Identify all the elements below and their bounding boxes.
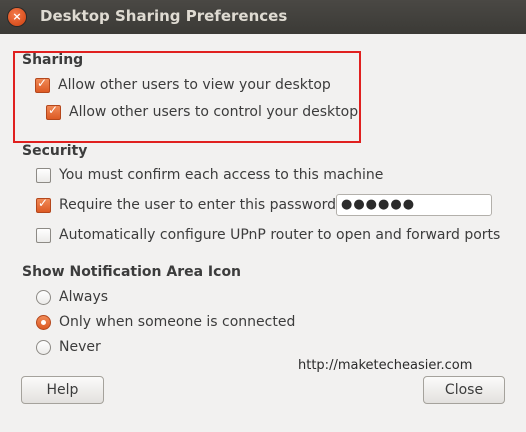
confirm-access-checkbox[interactable] bbox=[36, 167, 51, 183]
title-bar: × Desktop Sharing Preferences bbox=[0, 0, 526, 34]
password-field[interactable]: ●●●●●● bbox=[336, 194, 492, 216]
upnp-checkbox[interactable] bbox=[36, 227, 51, 243]
watermark-url: http://maketecheasier.com bbox=[298, 358, 473, 373]
view-desktop-checkbox[interactable] bbox=[35, 76, 50, 93]
radio-always[interactable] bbox=[36, 289, 51, 305]
require-password-label: Require the user to enter this password: bbox=[59, 197, 341, 213]
window-title: Desktop Sharing Preferences bbox=[40, 7, 288, 25]
radio-never-label: Never bbox=[59, 339, 101, 355]
confirm-access-option[interactable]: You must confirm each access to this mac… bbox=[36, 165, 383, 185]
control-desktop-label: Allow other users to control your deskto… bbox=[69, 104, 359, 120]
radio-connected[interactable] bbox=[36, 314, 51, 330]
radio-connected-option[interactable]: Only when someone is connected bbox=[36, 312, 295, 332]
view-desktop-label: Allow other users to view your desktop bbox=[58, 77, 331, 93]
security-heading: Security bbox=[22, 143, 88, 159]
control-desktop-option[interactable]: Allow other users to control your deskto… bbox=[46, 102, 358, 122]
require-password-checkbox[interactable] bbox=[36, 196, 51, 213]
radio-connected-label: Only when someone is connected bbox=[59, 314, 296, 330]
confirm-access-label: You must confirm each access to this mac… bbox=[59, 167, 384, 183]
window-close-icon[interactable]: × bbox=[8, 8, 26, 26]
close-button[interactable]: Close bbox=[423, 376, 505, 404]
control-desktop-checkbox[interactable] bbox=[46, 103, 61, 120]
require-password-option[interactable]: Require the user to enter this password: bbox=[36, 195, 341, 215]
dialog-content: Sharing Allow other users to view your d… bbox=[0, 34, 526, 432]
upnp-label: Automatically configure UPnP router to o… bbox=[59, 227, 501, 243]
radio-never[interactable] bbox=[36, 339, 51, 355]
notification-heading: Show Notification Area Icon bbox=[22, 264, 242, 280]
sharing-heading: Sharing bbox=[22, 52, 84, 68]
view-desktop-option[interactable]: Allow other users to view your desktop bbox=[35, 75, 331, 95]
radio-always-option[interactable]: Always bbox=[36, 287, 108, 307]
radio-always-label: Always bbox=[59, 289, 109, 305]
help-button[interactable]: Help bbox=[21, 376, 104, 404]
upnp-option[interactable]: Automatically configure UPnP router to o… bbox=[36, 225, 500, 245]
radio-never-option[interactable]: Never bbox=[36, 337, 101, 357]
